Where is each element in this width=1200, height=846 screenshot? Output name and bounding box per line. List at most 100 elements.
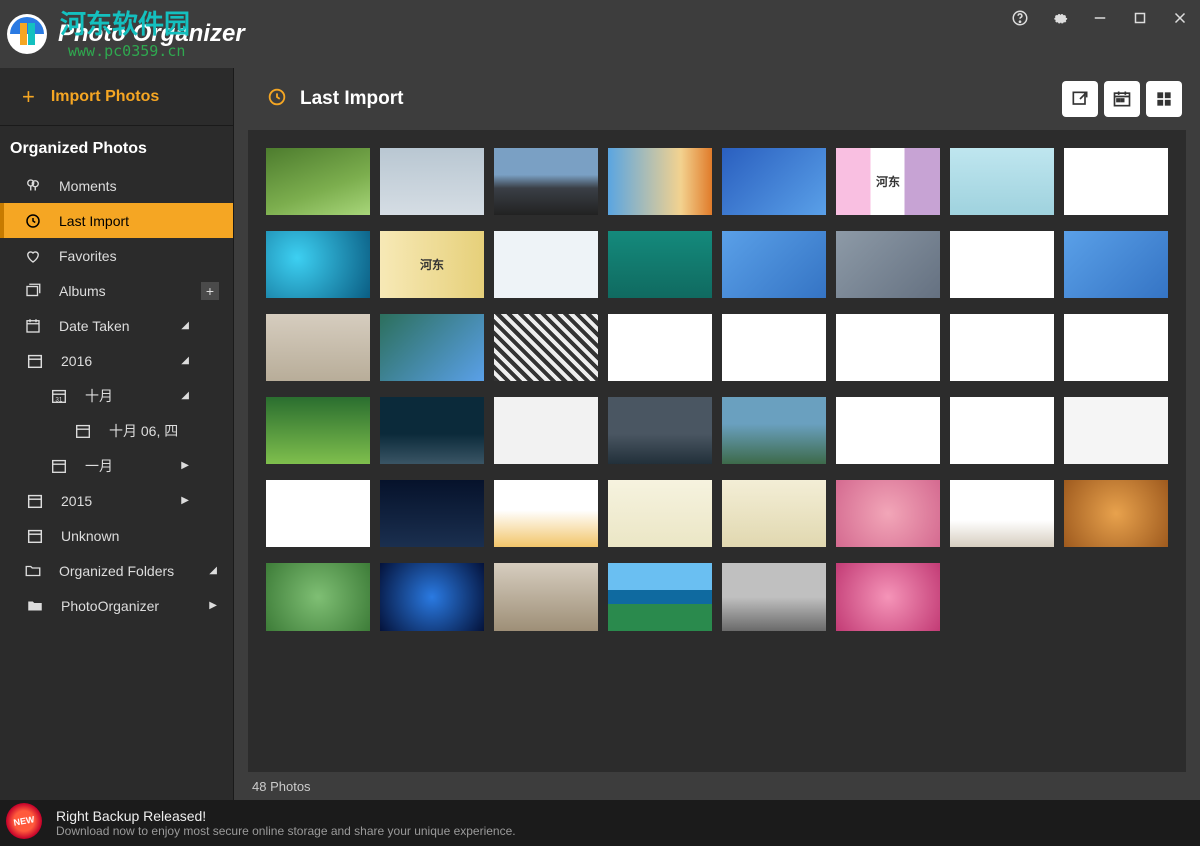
- expand-arrow-icon: ▶: [181, 460, 189, 471]
- label: Albums: [59, 283, 106, 299]
- gallery-wrap: 河东河东: [234, 130, 1200, 772]
- thumbnail[interactable]: 河东: [836, 148, 940, 215]
- collapse-arrow-icon: ◢: [181, 355, 189, 366]
- label: 2015: [61, 493, 92, 509]
- thumbnail[interactable]: [266, 397, 370, 464]
- thumbnail[interactable]: [266, 314, 370, 381]
- thumbnail[interactable]: [380, 148, 484, 215]
- sidebar-item-date-taken[interactable]: Date Taken ◢: [0, 308, 233, 343]
- thumbnail[interactable]: [950, 231, 1054, 298]
- thumbnail[interactable]: [608, 563, 712, 630]
- thumbnail[interactable]: [380, 314, 484, 381]
- sidebar-item-photoorganizer-folder[interactable]: PhotoOrganizer ▶: [0, 588, 233, 623]
- thumbnail[interactable]: [1064, 314, 1168, 381]
- thumbnail[interactable]: [950, 480, 1054, 547]
- sidebar-item-organized-folders[interactable]: Organized Folders ◢: [0, 553, 233, 588]
- thumbnail[interactable]: [494, 314, 598, 381]
- thumbnail[interactable]: [608, 480, 712, 547]
- calendar-day-icon: [72, 420, 94, 442]
- photo-count: 48 Photos: [252, 779, 311, 794]
- thumbnail[interactable]: [1064, 148, 1168, 215]
- thumbnail[interactable]: [494, 563, 598, 630]
- thumbnail[interactable]: [1064, 480, 1168, 547]
- sidebar-item-jan[interactable]: 一月 ▶: [0, 448, 233, 483]
- calendar-icon: [24, 490, 46, 512]
- thumbnail[interactable]: [722, 314, 826, 381]
- thumbnail[interactable]: [722, 397, 826, 464]
- thumbnail[interactable]: [722, 563, 826, 630]
- thumbnail[interactable]: [836, 480, 940, 547]
- label: Moments: [59, 178, 117, 194]
- maximize-button[interactable]: [1120, 0, 1160, 36]
- gallery-grid: 河东河东: [266, 148, 1168, 631]
- thumbnail[interactable]: [266, 148, 370, 215]
- collapse-arrow-icon: ◢: [181, 320, 189, 331]
- close-button[interactable]: [1160, 0, 1200, 36]
- sidebar-item-moments[interactable]: Moments: [0, 168, 233, 203]
- thumbnail[interactable]: [950, 148, 1054, 215]
- thumbnail[interactable]: [266, 231, 370, 298]
- thumbnail[interactable]: [608, 148, 712, 215]
- thumbnail[interactable]: [608, 231, 712, 298]
- sidebar-item-oct06[interactable]: 十月 06, 四: [0, 413, 233, 448]
- thumbnail[interactable]: [722, 231, 826, 298]
- thumbnail[interactable]: [1064, 231, 1168, 298]
- thumbnail[interactable]: [950, 314, 1054, 381]
- heart-icon: [22, 245, 44, 267]
- label: Date Taken: [59, 318, 130, 334]
- minimize-button[interactable]: [1080, 0, 1120, 36]
- thumbnail[interactable]: 河东: [380, 231, 484, 298]
- app-logo: [6, 13, 48, 55]
- expand-arrow-icon: ▶: [181, 495, 189, 506]
- gallery-scroll[interactable]: 河东河东: [248, 130, 1186, 772]
- thumbnail[interactable]: [608, 314, 712, 381]
- thumbnail[interactable]: [494, 480, 598, 547]
- thumbnail[interactable]: [266, 563, 370, 630]
- thumbnail[interactable]: [722, 480, 826, 547]
- thumbnail[interactable]: [836, 231, 940, 298]
- label: 十月 06, 四: [109, 421, 178, 441]
- main-area: + Import Photos Organized Photos Moments…: [0, 68, 1200, 800]
- thumbnail[interactable]: [950, 397, 1054, 464]
- label: 一月: [85, 456, 113, 476]
- sidebar: + Import Photos Organized Photos Moments…: [0, 68, 234, 800]
- import-photos-button[interactable]: + Import Photos: [0, 68, 233, 126]
- titlebar-controls: [1000, 0, 1200, 68]
- thumbnail[interactable]: [836, 397, 940, 464]
- thumbnail[interactable]: [266, 480, 370, 547]
- footer-title: Right Backup Released!: [56, 808, 516, 824]
- settings-button[interactable]: [1040, 0, 1080, 36]
- sidebar-item-albums[interactable]: Albums +: [0, 273, 233, 308]
- grid-view-button[interactable]: [1146, 81, 1182, 117]
- calendar-view-button[interactable]: [1104, 81, 1140, 117]
- thumbnail[interactable]: [380, 397, 484, 464]
- thumbnail[interactable]: [494, 397, 598, 464]
- thumbnail[interactable]: [1064, 397, 1168, 464]
- thumbnail[interactable]: [380, 563, 484, 630]
- label: 2016: [61, 353, 92, 369]
- sidebar-item-last-import[interactable]: Last Import: [0, 203, 233, 238]
- export-button[interactable]: [1062, 81, 1098, 117]
- sidebar-item-oct[interactable]: 31 十月 ◢: [0, 378, 233, 413]
- thumbnail[interactable]: [494, 231, 598, 298]
- collapse-arrow-icon: ◢: [209, 565, 217, 576]
- thumbnail[interactable]: [494, 148, 598, 215]
- help-button[interactable]: [1000, 0, 1040, 36]
- sidebar-item-unknown[interactable]: Unknown: [0, 518, 233, 553]
- sidebar-item-2015[interactable]: 2015 ▶: [0, 483, 233, 518]
- import-label: Import Photos: [51, 88, 159, 106]
- thumbnail[interactable]: [722, 148, 826, 215]
- calendar-icon: [24, 350, 46, 372]
- thumbnail[interactable]: [836, 563, 940, 630]
- thumbnail[interactable]: [380, 480, 484, 547]
- calendar-day-icon: 31: [48, 385, 70, 407]
- calendar-icon: [24, 525, 46, 547]
- footer-banner[interactable]: Right Backup Released! Download now to e…: [0, 800, 1200, 846]
- calendar-icon: [22, 315, 44, 337]
- sidebar-item-2016[interactable]: 2016 ◢: [0, 343, 233, 378]
- sidebar-item-favorites[interactable]: Favorites: [0, 238, 233, 273]
- add-album-button[interactable]: +: [201, 282, 219, 300]
- thumbnail[interactable]: [608, 397, 712, 464]
- label: Unknown: [61, 528, 119, 544]
- thumbnail[interactable]: [836, 314, 940, 381]
